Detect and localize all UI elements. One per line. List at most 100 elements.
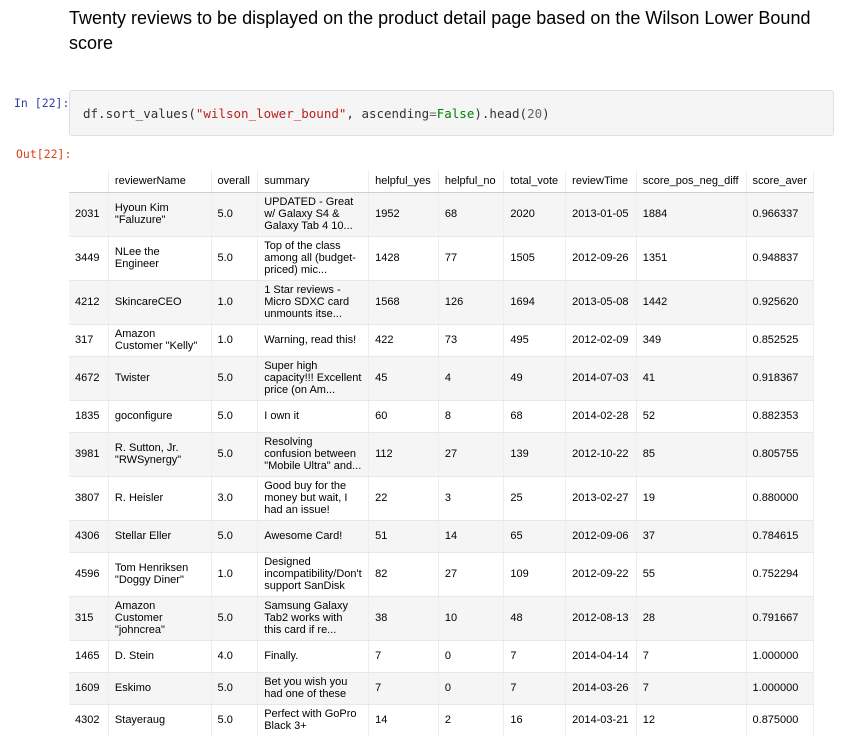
- column-header-score_pos_neg_diff: score_pos_neg_diff: [636, 170, 747, 193]
- column-header-score_aver: score_aver: [746, 170, 814, 193]
- overall-rating: 5.0: [211, 704, 259, 736]
- reviewer-name: Stayeraug: [108, 704, 212, 736]
- review-time: 2014-03-21: [565, 704, 637, 736]
- overall-rating: 5.0: [211, 400, 259, 433]
- overall-rating: 4.0: [211, 640, 259, 673]
- overall-rating: 5.0: [211, 356, 259, 401]
- row-index: 4596: [69, 552, 109, 597]
- review-summary: Designed incompatibility/Don't support S…: [257, 552, 370, 597]
- column-header-helpful_yes: helpful_yes: [368, 170, 439, 193]
- review-time: 2012-09-22: [565, 552, 637, 597]
- reviewer-name: NLee the Engineer: [108, 236, 212, 281]
- review-summary: I own it: [257, 400, 370, 433]
- score-pos-neg-diff: 28: [636, 596, 747, 641]
- helpful-no: 27: [438, 432, 505, 477]
- row-index: 3981: [69, 432, 109, 477]
- overall-rating: 5.0: [211, 236, 259, 281]
- reviewer-name: SkincareCEO: [108, 280, 212, 325]
- reviewer-name: Twister: [108, 356, 212, 401]
- score-average: 0.805755: [746, 432, 814, 477]
- score-pos-neg-diff: 7: [636, 672, 747, 705]
- overall-rating: 1.0: [211, 324, 259, 357]
- overall-rating: 1.0: [211, 552, 259, 597]
- code-input-cell[interactable]: df.sort_values("wilson_lower_bound", asc…: [69, 90, 834, 136]
- row-index: 3449: [69, 236, 109, 281]
- code-call: df.sort_values(: [83, 106, 196, 121]
- score-average: 0.948837: [746, 236, 814, 281]
- review-summary: Perfect with GoPro Black 3+: [257, 704, 370, 736]
- table-row: 1609 Eskimo 5.0 Bet you wish you had one of…: [69, 672, 814, 705]
- row-index: 1835: [69, 400, 109, 433]
- score-average: 0.882353: [746, 400, 814, 433]
- score-average: 0.880000: [746, 476, 814, 521]
- total-vote: 7: [503, 672, 567, 705]
- row-index: 4306: [69, 520, 109, 553]
- total-vote: 7: [503, 640, 567, 673]
- helpful-yes: 112: [368, 432, 439, 477]
- markdown-heading: Twenty reviews to be displayed on the pr…: [69, 8, 811, 53]
- helpful-no: 4: [438, 356, 505, 401]
- overall-rating: 1.0: [211, 280, 259, 325]
- column-header-total_vote: total_vote: [503, 170, 567, 193]
- score-pos-neg-diff: 7: [636, 640, 747, 673]
- helpful-no: 8: [438, 400, 505, 433]
- table-row: 2031 Hyoun Kim "Faluzure" 5.0 UPDATED - Gre…: [69, 192, 814, 237]
- reviewer-name: Stellar Eller: [108, 520, 212, 553]
- helpful-no: 10: [438, 596, 505, 641]
- reviewer-name: goconfigure: [108, 400, 212, 433]
- column-header-summary: summary: [257, 170, 370, 193]
- table-row: 1465 D. Stein 4.0 Finally. 7 0 7 2014-04-14 7 1.0…: [69, 640, 814, 673]
- row-index: 1465: [69, 640, 109, 673]
- dataframe-output[interactable]: reviewerName overall summary helpful_yes hel…: [69, 170, 814, 736]
- row-index: 3807: [69, 476, 109, 521]
- review-time: 2013-05-08: [565, 280, 637, 325]
- code-string-arg: "wilson_lower_bound": [195, 106, 347, 121]
- total-vote: 109: [503, 552, 567, 597]
- helpful-yes: 7: [368, 640, 439, 673]
- helpful-yes: 14: [368, 704, 439, 736]
- total-vote: 48: [503, 596, 567, 641]
- input-prompt: In [22]:: [14, 96, 70, 110]
- row-index: 315: [69, 596, 109, 641]
- score-pos-neg-diff: 1351: [636, 236, 747, 281]
- helpful-yes: 51: [368, 520, 439, 553]
- score-pos-neg-diff: 52: [636, 400, 747, 433]
- table-header-row: reviewerName overall summary helpful_yes hel…: [69, 170, 814, 193]
- review-summary: Awesome Card!: [257, 520, 370, 553]
- reviewer-name: Eskimo: [108, 672, 212, 705]
- review-time: 2012-08-13: [565, 596, 637, 641]
- score-pos-neg-diff: 1442: [636, 280, 747, 325]
- column-header-reviewerName: reviewerName: [108, 170, 212, 193]
- total-vote: 495: [503, 324, 567, 357]
- reviewer-name: Amazon Customer "Kelly": [108, 324, 212, 357]
- total-vote: 65: [503, 520, 567, 553]
- code-keyword-false: False: [436, 106, 475, 121]
- score-pos-neg-diff: 41: [636, 356, 747, 401]
- helpful-yes: 45: [368, 356, 439, 401]
- reviewer-name: Tom Henriksen "Doggy Diner": [108, 552, 212, 597]
- code-equals: =: [429, 106, 437, 121]
- helpful-yes: 7: [368, 672, 439, 705]
- review-time: 2014-03-26: [565, 672, 637, 705]
- column-header-helpful_no: helpful_no: [438, 170, 505, 193]
- row-index: 4672: [69, 356, 109, 401]
- helpful-no: 68: [438, 192, 505, 237]
- score-pos-neg-diff: 1884: [636, 192, 747, 237]
- total-vote: 139: [503, 432, 567, 477]
- review-summary: Good buy for the money but wait, I had a…: [257, 476, 370, 521]
- review-summary: Top of the class among all (budget-price…: [257, 236, 370, 281]
- total-vote: 1694: [503, 280, 567, 325]
- score-pos-neg-diff: 55: [636, 552, 747, 597]
- helpful-no: 77: [438, 236, 505, 281]
- helpful-no: 0: [438, 672, 505, 705]
- code-line[interactable]: df.sort_values("wilson_lower_bound", asc…: [83, 106, 550, 121]
- code-close-paren: ): [542, 106, 550, 121]
- helpful-no: 14: [438, 520, 505, 553]
- table-row: 4212 SkincareCEO 1.0 1 Star reviews - Micro…: [69, 280, 814, 325]
- score-average: 0.925620: [746, 280, 814, 325]
- total-vote: 68: [503, 400, 567, 433]
- score-pos-neg-diff: 349: [636, 324, 747, 357]
- helpful-no: 73: [438, 324, 505, 357]
- row-index: 1609: [69, 672, 109, 705]
- score-average: 0.875000: [746, 704, 814, 736]
